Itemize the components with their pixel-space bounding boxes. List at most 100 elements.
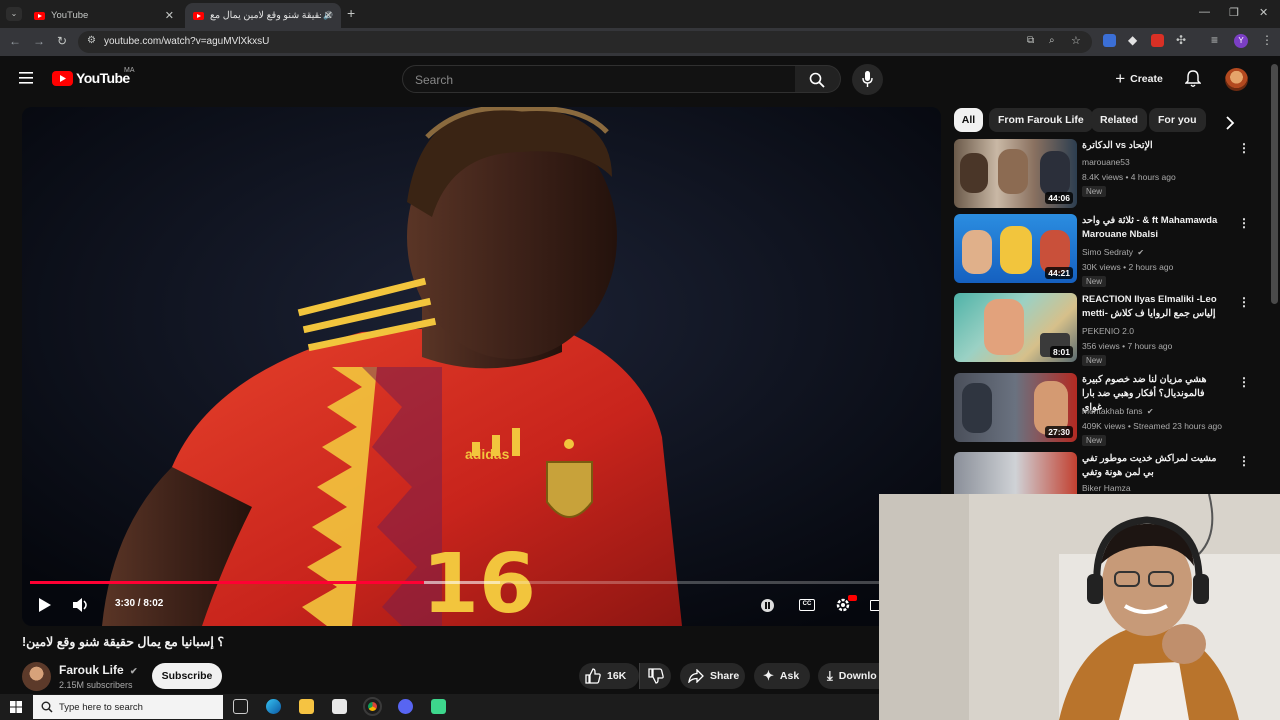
taskbar-search-box[interactable]: Type here to search [33, 695, 223, 719]
dislike-button[interactable] [639, 663, 671, 689]
search-box[interactable] [402, 65, 796, 93]
new-badge: New [1082, 355, 1107, 366]
search-input[interactable] [415, 71, 775, 89]
video-title[interactable]: مشيت لمراكش خديت موطور تفي بي لمن هونة و… [1082, 452, 1222, 480]
windows-start-icon[interactable] [10, 701, 22, 713]
extension-diamond-icon[interactable]: ◆ [1128, 33, 1137, 47]
youtube-logo[interactable]: YouTube [52, 70, 130, 86]
tab-search-button[interactable]: ⌄ [6, 7, 22, 21]
address-bar[interactable]: ⚙ youtube.com/watch?v=aguMVlXkxsU ⧉ ⌕ ☆ [78, 31, 1092, 53]
volume-icon[interactable] [73, 597, 89, 613]
download-icon: ⤓ [827, 668, 833, 683]
chip-related[interactable]: Related [1091, 108, 1147, 132]
search-button[interactable] [795, 65, 841, 93]
browser-menu-icon[interactable]: ⋮ [1261, 33, 1273, 47]
extensions-puzzle-icon[interactable]: ✣ [1176, 33, 1186, 47]
extension-red-icon[interactable] [1151, 34, 1164, 47]
verified-check-icon: ✔ [130, 666, 138, 676]
more-options-icon[interactable]: ⋮ [1238, 216, 1250, 230]
minimize-icon[interactable]: — [1199, 6, 1210, 18]
like-button[interactable]: 16K [579, 663, 639, 689]
progress-played [30, 581, 424, 584]
video-duration: 8:01 [1049, 346, 1073, 358]
suggested-video[interactable]: 27:30 هشي مزيان لنا ضد خصوم كبيرة فالمون… [954, 373, 1254, 446]
share-button[interactable]: Share [680, 663, 745, 689]
browser-tab-video[interactable]: ‏حقيقة شنو وقع لامين يمال مع 🔊 ✕ [185, 3, 341, 28]
discord-icon[interactable] [398, 699, 413, 714]
microsoft-store-icon[interactable] [332, 699, 347, 714]
page-scrollbar[interactable] [1271, 64, 1278, 304]
channel-name[interactable]: marouane53 [1082, 157, 1130, 167]
video-thumbnail[interactable]: 8:01 [954, 293, 1077, 362]
suggested-video[interactable]: 8:01 REACTION Ilyas Elmaliki -Leo metti-… [954, 293, 1254, 366]
progress-bar[interactable] [30, 581, 933, 584]
suggested-video[interactable]: مشيت لمراكش خديت موطور تفي بي لمن هونة و… [954, 452, 1254, 494]
close-tab-icon[interactable]: ✕ [324, 9, 333, 22]
subscribe-button[interactable]: Subscribe [152, 663, 222, 689]
new-tab-icon[interactable]: + [347, 5, 355, 21]
video-thumbnail[interactable] [954, 452, 1077, 494]
more-options-icon[interactable]: ⋮ [1238, 454, 1250, 468]
channel-name[interactable]: PEKENIO 2.0 [1082, 326, 1134, 336]
forward-icon[interactable]: → [33, 34, 45, 48]
more-options-icon[interactable]: ⋮ [1238, 295, 1250, 309]
voice-search-button[interactable] [852, 64, 883, 95]
thumbs-down-icon [647, 668, 664, 684]
create-button[interactable]: + Create [1104, 66, 1174, 92]
url-text[interactable]: youtube.com/watch?v=aguMVlXkxsU [104, 36, 269, 47]
youtube-favicon-icon [193, 11, 204, 20]
notifications-bell-icon[interactable] [1185, 70, 1201, 88]
restore-icon[interactable]: ❐ [1229, 6, 1239, 19]
tab-label: ‏حقيقة شنو وقع لامين يمال مع [210, 10, 322, 21]
hamburger-menu-icon[interactable] [19, 72, 33, 84]
channel-name[interactable]: Farouk Life ✔ [59, 663, 138, 677]
app-green-icon[interactable] [431, 699, 446, 714]
subtitles-icon[interactable]: CC [799, 599, 815, 611]
suggested-video[interactable]: 44:21 ثلاثة في واحد - & ft Mahamawda Mar… [954, 214, 1254, 287]
channel-avatar[interactable] [22, 662, 51, 691]
install-app-icon[interactable]: ⧉ [1027, 35, 1034, 46]
new-badge: New [1082, 435, 1107, 446]
video-thumbnail[interactable]: 44:21 [954, 214, 1077, 283]
media-control-icon[interactable]: ≡ [1211, 33, 1218, 47]
channel-name[interactable]: Simo Sedraty ✔ [1082, 247, 1144, 257]
close-tab-icon[interactable]: ✕ [165, 9, 174, 22]
browser-tab-youtube[interactable]: YouTube ✕ [26, 3, 182, 28]
reload-icon[interactable]: ↻ [57, 34, 67, 48]
download-button[interactable]: ⤓ Downlo [818, 663, 879, 689]
video-frame[interactable]: adidas 16 [22, 107, 941, 626]
account-avatar[interactable] [1225, 68, 1248, 91]
chip-from-channel[interactable]: From Farouk Life [989, 108, 1093, 132]
logo-text: YouTube [76, 70, 130, 86]
zoom-icon[interactable]: ⌕ [1049, 35, 1055, 46]
more-options-icon[interactable]: ⋮ [1238, 375, 1250, 389]
video-title[interactable]: ثلاثة في واحد - & ft Mahamawda Marouane … [1082, 214, 1222, 242]
play-icon[interactable] [38, 598, 52, 612]
back-icon[interactable]: ← [9, 34, 21, 48]
subscriber-count: 2.15M subscribers [59, 680, 133, 690]
video-player[interactable]: adidas 16 3:30 / 8:02 CC [22, 107, 941, 626]
bookmark-star-icon[interactable]: ☆ [1071, 34, 1081, 47]
chrome-browser-icon[interactable] [363, 697, 382, 716]
more-options-icon[interactable]: ⋮ [1238, 141, 1250, 155]
video-thumbnail[interactable]: 27:30 [954, 373, 1077, 442]
suggested-video[interactable]: 44:06 الإتحاد vs الدكاترة marouane53 8.4… [954, 139, 1254, 211]
ask-button[interactable]: ✦ Ask [754, 663, 810, 689]
edge-browser-icon[interactable] [266, 699, 281, 714]
video-title[interactable]: REACTION Ilyas Elmaliki -Leo metti- إليا… [1082, 293, 1222, 321]
autoplay-toggle-icon[interactable] [761, 599, 774, 612]
chip-all[interactable]: All [954, 108, 983, 132]
site-info-icon[interactable]: ⚙ [87, 35, 96, 46]
channel-name[interactable]: Biker Hamza [1082, 483, 1131, 493]
window-close-icon[interactable]: ✕ [1259, 6, 1268, 19]
translate-extension-icon[interactable] [1103, 34, 1116, 47]
file-explorer-icon[interactable] [299, 699, 314, 714]
tab-label: YouTube [51, 10, 89, 21]
task-view-icon[interactable] [233, 699, 248, 714]
video-title[interactable]: الإتحاد vs الدكاترة [1082, 139, 1222, 153]
profile-icon[interactable]: Y [1234, 34, 1248, 48]
chip-for-you[interactable]: For you [1149, 108, 1206, 132]
video-thumbnail[interactable]: 44:06 [954, 139, 1077, 208]
chevron-right-icon[interactable] [1225, 116, 1235, 130]
channel-name[interactable]: montakhab fans ✔ [1082, 406, 1154, 416]
